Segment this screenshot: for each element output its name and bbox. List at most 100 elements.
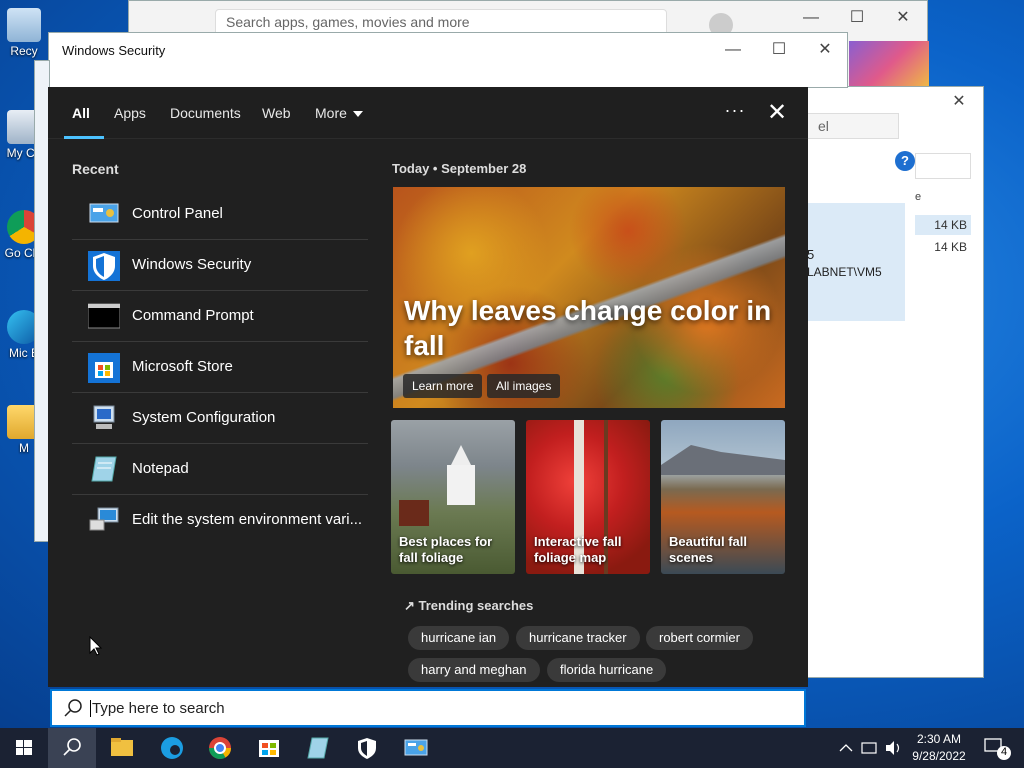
help-icon[interactable]: ? [895,151,915,171]
column-header: e [915,191,922,203]
card-foliage-map[interactable]: Interactive fall foliage map [526,420,650,574]
taskbar-app-chrome[interactable] [196,728,244,768]
notification-center-button[interactable]: 4 [980,728,1020,768]
control-panel-icon [404,739,428,756]
window-title: Windows Security [62,43,166,58]
maximize-icon[interactable]: ☐ [835,3,879,33]
notification-count: 4 [1000,746,1008,758]
trending-chip[interactable]: harry and meghan [408,658,540,682]
card-best-places[interactable]: Best places for fall foliage [391,420,515,574]
terminal-icon [87,302,121,330]
search-placeholder: Type here to search [90,700,225,717]
details-pane: 5 LABNET\VM5 [807,203,905,321]
windows-logo-icon [16,740,32,755]
list-item[interactable]: Edit the system environment vari... [72,495,368,546]
clock-date: 9/28/2022 [912,749,966,763]
network-icon[interactable] [861,742,877,754]
store-icon [259,740,279,757]
hero-card[interactable]: Why leaves change color in fall Learn mo… [393,187,785,408]
close-icon[interactable]: ✕ [881,3,925,33]
today-heading: Today • September 28 [392,161,527,176]
taskbar-search-input[interactable]: Type here to search [50,689,806,727]
more-options-icon[interactable]: ··· [718,87,752,139]
system-tray [836,728,906,768]
list-item[interactable]: Command Prompt [72,291,368,342]
search-tabs-bar: All Apps Documents Web More ··· ✕ [48,87,808,139]
clock-time: 2:30 AM [916,732,962,746]
user-text: 5 [807,247,815,262]
tab-apps[interactable]: Apps [114,87,146,139]
taskbar-app-control-panel[interactable] [392,728,440,768]
search-button[interactable] [48,728,96,768]
system-config-icon [88,404,120,432]
explorer-window: ✕ el ? e 5 LABNET\VM5 14 KB 14 KB [806,86,984,678]
list-item-label: Edit the system environment vari... [132,511,363,528]
desktop-icon-label: M [19,441,29,455]
close-icon[interactable]: ✕ [937,87,981,117]
tab-documents[interactable]: Documents [170,87,241,139]
desktop-icon-label: Recy [10,44,38,58]
taskbar-app-notepad[interactable] [294,728,342,768]
mouse-cursor-icon [89,636,103,656]
list-item[interactable]: System Configuration [72,393,368,444]
edge-icon [161,737,183,759]
list-item[interactable]: Windows Security [72,240,368,291]
card-caption: Interactive fall foliage map [534,534,622,565]
minimize-icon[interactable]: — [789,3,833,33]
trending-heading: ↗ Trending searches [404,598,534,613]
control-panel-icon [88,200,120,228]
list-item[interactable]: Notepad [72,444,368,495]
recycle-bin-icon[interactable]: Recy [2,8,46,58]
shield-icon [88,249,120,281]
notepad-icon [88,455,120,483]
close-icon[interactable]: ✕ [803,35,847,65]
system-env-icon [88,506,120,534]
all-images-button[interactable]: All images [487,374,561,398]
list-item[interactable]: Control Panel [72,189,368,240]
taskbar-app-store[interactable] [245,728,293,768]
list-item-label: Microsoft Store [132,358,233,375]
recent-list: Control Panel Windows Security Command P… [72,189,368,546]
tab-more[interactable]: More [315,87,363,139]
list-item-label: System Configuration [132,409,276,426]
file-size: 14 KB [915,215,971,235]
trending-chip[interactable]: hurricane ian [408,626,510,650]
file-explorer-icon [111,738,133,756]
close-icon[interactable]: ✕ [760,87,794,139]
chrome-icon [209,737,231,759]
list-item-label: Windows Security [132,256,252,273]
store-banner-image [849,41,929,91]
explorer-field[interactable] [915,153,971,179]
tab-all[interactable]: All [64,87,104,139]
list-item-label: Command Prompt [132,307,254,324]
trending-chip[interactable]: florida hurricane [547,658,667,682]
card-caption: Best places for fall foliage [399,534,493,565]
list-item[interactable]: Microsoft Store [72,342,368,393]
taskbar-app-security[interactable] [343,728,391,768]
start-button[interactable] [0,728,48,768]
store-icon [88,351,120,383]
chevron-down-icon [352,111,363,118]
explorer-search-input[interactable]: el [807,113,899,139]
taskbar: 2:30 AM 9/28/2022 4 [0,728,1024,768]
search-panel: All Apps Documents Web More ··· ✕ Recent… [48,87,808,687]
volume-icon[interactable] [886,741,894,755]
chevron-up-icon[interactable] [839,744,853,752]
maximize-icon[interactable]: ☐ [757,35,801,65]
owner-text: LABNET\VM5 [807,265,882,279]
taskbar-app-edge[interactable] [148,728,196,768]
learn-more-button[interactable]: Learn more [403,374,483,398]
search-icon [63,738,81,756]
clock[interactable]: 2:30 AM 9/28/2022 [906,731,972,765]
notepad-icon [307,737,329,759]
security-window: Windows Security — ☐ ✕ [48,32,848,88]
card-fall-scenes[interactable]: Beautiful fall scenes [661,420,785,574]
list-item-label: Notepad [132,460,189,477]
tab-web[interactable]: Web [262,87,291,139]
minimize-icon[interactable]: — [711,35,755,65]
search-icon [64,699,82,717]
list-item-label: Control Panel [132,205,223,222]
trending-chip[interactable]: robert cormier [646,626,753,650]
trending-chip[interactable]: hurricane tracker [516,626,640,650]
taskbar-app-file-explorer[interactable] [98,728,146,768]
